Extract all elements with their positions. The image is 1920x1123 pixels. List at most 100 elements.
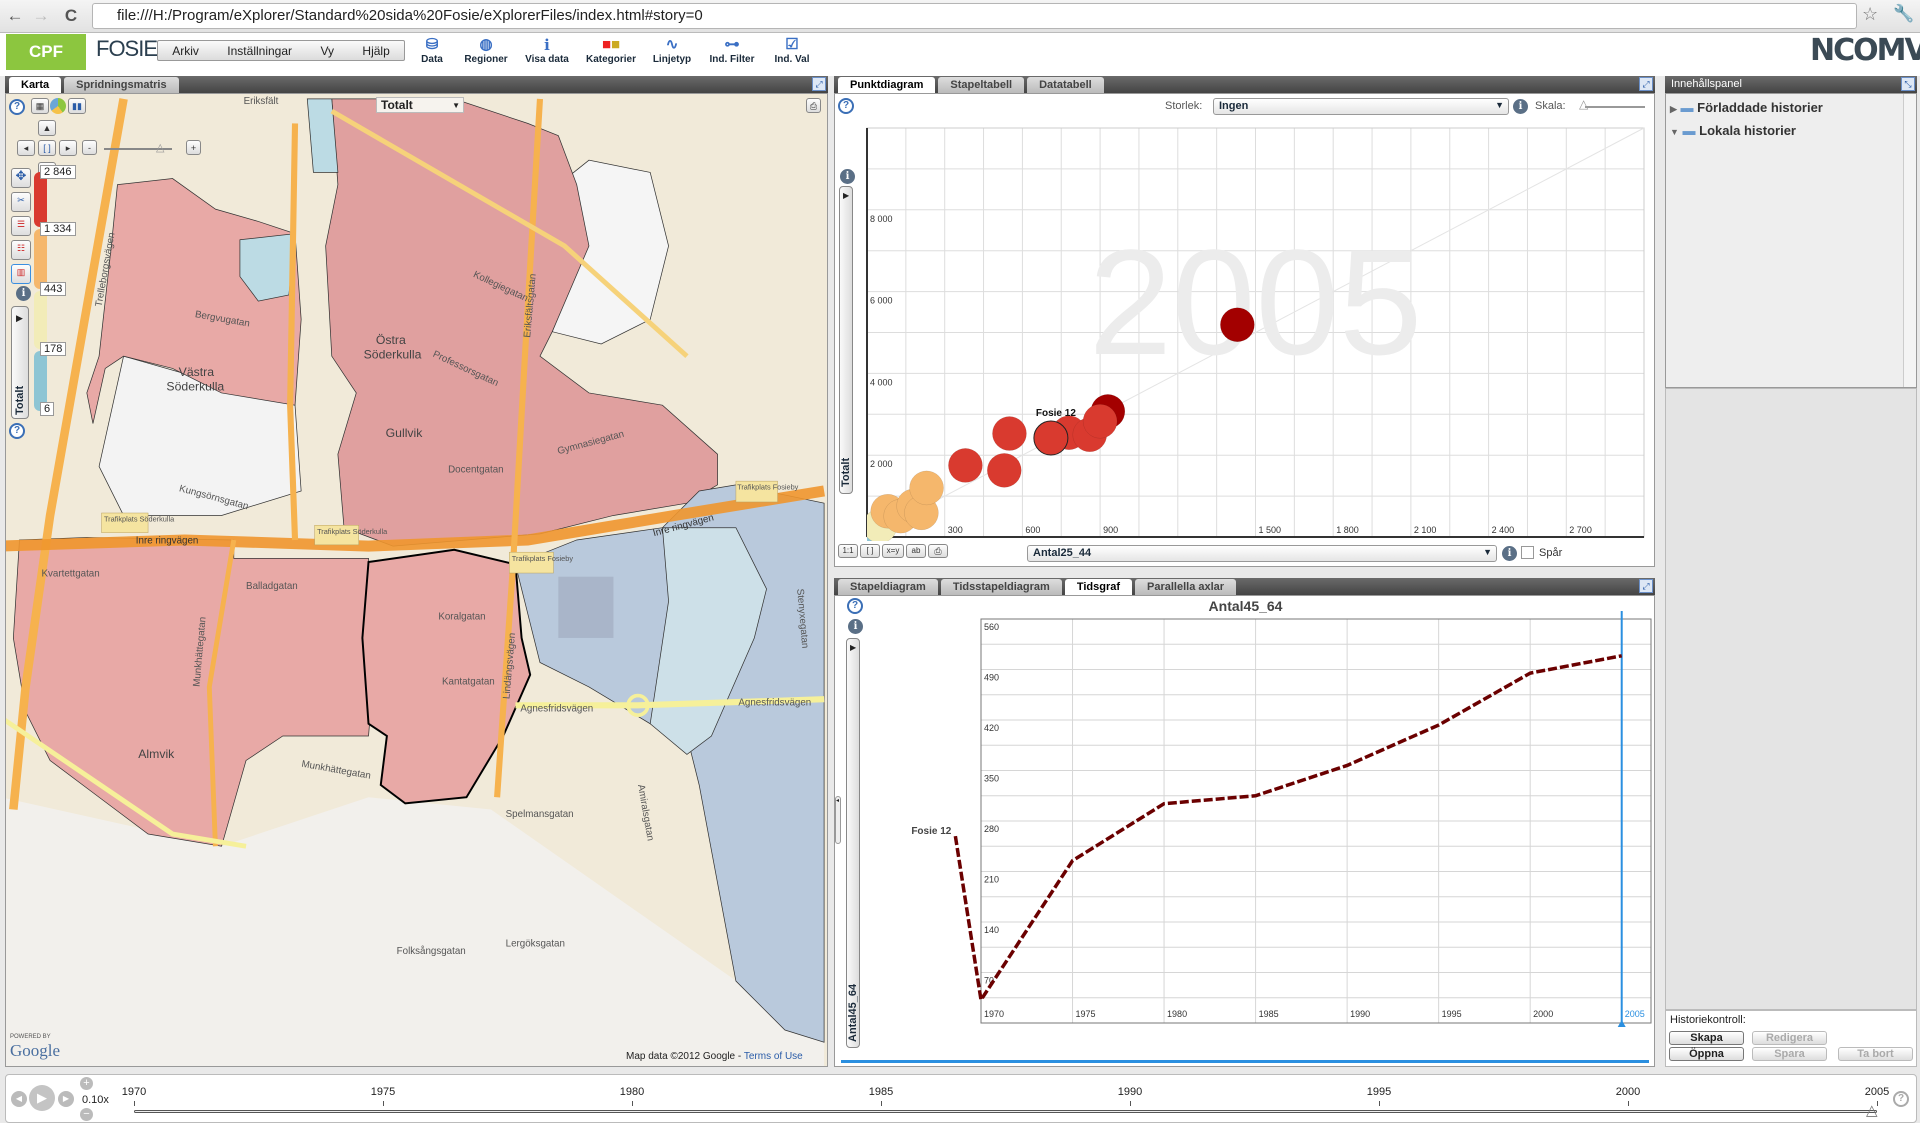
data-point[interactable] bbox=[1082, 404, 1118, 439]
timeline-track[interactable] bbox=[134, 1110, 1877, 1113]
tab-parallella-axlar[interactable]: Parallella axlar bbox=[1135, 579, 1237, 595]
legend-bar-red[interactable] bbox=[34, 172, 47, 227]
help-icon[interactable]: ? bbox=[9, 423, 25, 439]
x-axis-dropdown[interactable]: Antal25_44 ▼ bbox=[1027, 545, 1497, 562]
reload-button[interactable]: C bbox=[60, 6, 82, 26]
menu-hjalp[interactable]: Hjälp bbox=[362, 44, 389, 58]
forward-button[interactable]: → bbox=[30, 6, 52, 26]
zoom-out-button[interactable]: - bbox=[82, 140, 97, 155]
tool-data[interactable]: ⛁ Data bbox=[401, 36, 463, 65]
pan-up-button[interactable]: ▲ bbox=[38, 120, 56, 136]
ratio-button[interactable]: 1:1 bbox=[838, 544, 858, 558]
tab-karta[interactable]: Karta bbox=[9, 77, 62, 93]
x-tick-label: 2 700 bbox=[1569, 525, 1592, 535]
timeline-handle[interactable]: △ bbox=[1866, 1101, 1878, 1119]
trail-checkbox[interactable] bbox=[1521, 546, 1534, 559]
tab-stapeldiagram[interactable]: Stapeldiagram bbox=[838, 579, 938, 595]
data-point[interactable] bbox=[1220, 307, 1255, 342]
tab-tidsstapeldiagram[interactable]: Tidsstapeldiagram bbox=[940, 579, 1062, 595]
collapse-icon[interactable]: ⤡ bbox=[1901, 77, 1915, 91]
data-point[interactable] bbox=[1033, 420, 1069, 456]
labels-button[interactable]: ab bbox=[906, 544, 926, 558]
map-label: Söderkulla bbox=[364, 348, 422, 362]
bar-chart-icon[interactable]: ▮▮ bbox=[68, 98, 86, 114]
help-icon[interactable]: ? bbox=[1893, 1091, 1909, 1107]
menu-vy[interactable]: Vy bbox=[320, 44, 334, 58]
info-icon[interactable]: i bbox=[16, 286, 31, 301]
address-bar[interactable]: file:///H:/Program/eXplorer/Standard%20s… bbox=[92, 3, 1857, 29]
map-style-icon[interactable]: ▦ bbox=[31, 98, 49, 114]
pan-right-button[interactable]: ▸ bbox=[59, 140, 77, 156]
tool-visa-data[interactable]: i Visa data bbox=[516, 36, 578, 65]
edit-button[interactable]: Redigera bbox=[1752, 1031, 1827, 1045]
tool-ind-filter[interactable]: ⊶ Ind. Filter bbox=[701, 36, 763, 65]
terms-link[interactable]: Terms of Use bbox=[744, 1051, 803, 1062]
tab-datatabell[interactable]: Datatabell bbox=[1027, 77, 1104, 93]
tab-spridningsmatris[interactable]: Spridningsmatris bbox=[64, 77, 179, 93]
indicator-dropdown[interactable]: Totalt ▼ bbox=[376, 97, 464, 113]
scatter-chart[interactable]: 2005 300 600 900 1 500 1 800 2 100 2 400 2 700 2 … bbox=[835, 94, 1656, 568]
print-icon[interactable]: ⎙ bbox=[928, 544, 948, 558]
map-label: Trafikplats Söderkulla bbox=[317, 527, 388, 536]
series-line[interactable] bbox=[953, 654, 1623, 1005]
tool-kategorier[interactable]: ■■ Kategorier bbox=[580, 36, 642, 65]
folder-local[interactable]: ▼ ▬ Lokala historier bbox=[1670, 123, 1796, 138]
maximize-icon[interactable]: ⤢ bbox=[1639, 579, 1653, 593]
tool-ind-val[interactable]: ☑ Ind. Val bbox=[761, 36, 823, 65]
legend-value: 2 846 bbox=[40, 165, 76, 179]
delete-button[interactable]: Ta bort bbox=[1838, 1047, 1913, 1061]
wrench-icon[interactable]: 🔧 bbox=[1893, 4, 1914, 24]
legend-bar-orange[interactable] bbox=[34, 229, 47, 289]
zoom-in-button[interactable]: + bbox=[186, 140, 201, 155]
diagonal-button[interactable]: x=y bbox=[882, 544, 904, 558]
data-point[interactable] bbox=[948, 448, 983, 483]
tools-icon[interactable]: ✂ bbox=[11, 192, 31, 212]
map-canvas[interactable]: Eriksfält Kollegiegatan Professorsgatan … bbox=[6, 94, 828, 1067]
folder-preloaded[interactable]: ▶ ▬ Förladdade historier bbox=[1670, 100, 1823, 115]
time-range-slider[interactable] bbox=[841, 1060, 1649, 1063]
zoom-extent-button[interactable]: [ ] bbox=[38, 140, 56, 156]
save-button[interactable]: Spara bbox=[1752, 1047, 1827, 1061]
help-icon[interactable]: ? bbox=[9, 99, 25, 115]
map-label: Trafikplats Söderkulla bbox=[104, 515, 175, 524]
data-point[interactable] bbox=[992, 416, 1027, 451]
indicator-side-tab[interactable]: ▶ Totalt bbox=[11, 306, 29, 419]
pie-chart-icon[interactable] bbox=[50, 98, 66, 114]
play-button[interactable]: ▶ bbox=[29, 1085, 55, 1111]
tab-stapeltabell[interactable]: Stapeltabell bbox=[938, 77, 1025, 93]
back-button[interactable]: ← bbox=[4, 6, 26, 26]
scrollbar[interactable] bbox=[1903, 94, 1916, 387]
open-button[interactable]: Öppna bbox=[1669, 1047, 1744, 1061]
speed-up-button[interactable]: + bbox=[80, 1077, 93, 1090]
maximize-icon[interactable]: ⤢ bbox=[1639, 77, 1653, 91]
step-back-button[interactable]: ◀ bbox=[11, 1091, 27, 1107]
legend-mode2-icon[interactable]: ☷ bbox=[11, 240, 31, 260]
slow-down-button[interactable]: − bbox=[80, 1108, 93, 1121]
data-point[interactable] bbox=[987, 453, 1022, 488]
pan-left-button[interactable]: ◂ bbox=[17, 140, 35, 156]
map-view[interactable]: Eriksfält Kollegiegatan Professorsgatan … bbox=[5, 93, 828, 1067]
tab-tidsgraf[interactable]: Tidsgraf bbox=[1064, 579, 1133, 595]
print-icon[interactable]: ⎙ bbox=[806, 98, 821, 113]
legend-mode-icon[interactable]: ☰ bbox=[11, 216, 31, 236]
legend-bar-yellow[interactable] bbox=[34, 291, 47, 349]
categories-icon: ■■ bbox=[601, 36, 621, 53]
timeline-tick-label: 1970 bbox=[121, 1086, 147, 1098]
info-icon[interactable]: i bbox=[1502, 546, 1517, 561]
zoom-slider-handle[interactable]: △ bbox=[156, 141, 164, 154]
zoom-extent-button[interactable]: [ ] bbox=[860, 544, 880, 558]
line-chart[interactable]: 1970 1975 1980 1985 1990 1995 2000 2005 560 490 42… bbox=[835, 596, 1656, 1066]
move-icon[interactable]: ✥ bbox=[11, 168, 31, 188]
timeline-tick-label: 1995 bbox=[1366, 1086, 1392, 1098]
menu-installningar[interactable]: Inställningar bbox=[227, 44, 292, 58]
tab-punktdiagram[interactable]: Punktdiagram bbox=[838, 77, 936, 93]
tool-regioner[interactable]: ◍ Regioner bbox=[455, 36, 517, 65]
create-button[interactable]: Skapa bbox=[1669, 1031, 1744, 1045]
star-icon[interactable]: ☆ bbox=[1862, 4, 1878, 25]
legend-mode3-icon[interactable]: ▥ bbox=[11, 264, 31, 284]
menu-arkiv[interactable]: Arkiv bbox=[172, 44, 199, 58]
data-point[interactable] bbox=[909, 470, 944, 506]
maximize-icon[interactable]: ⤢ bbox=[812, 77, 826, 91]
step-forward-button[interactable]: ▶ bbox=[58, 1091, 74, 1107]
tool-linjetyp[interactable]: ∿ Linjetyp bbox=[641, 36, 703, 65]
